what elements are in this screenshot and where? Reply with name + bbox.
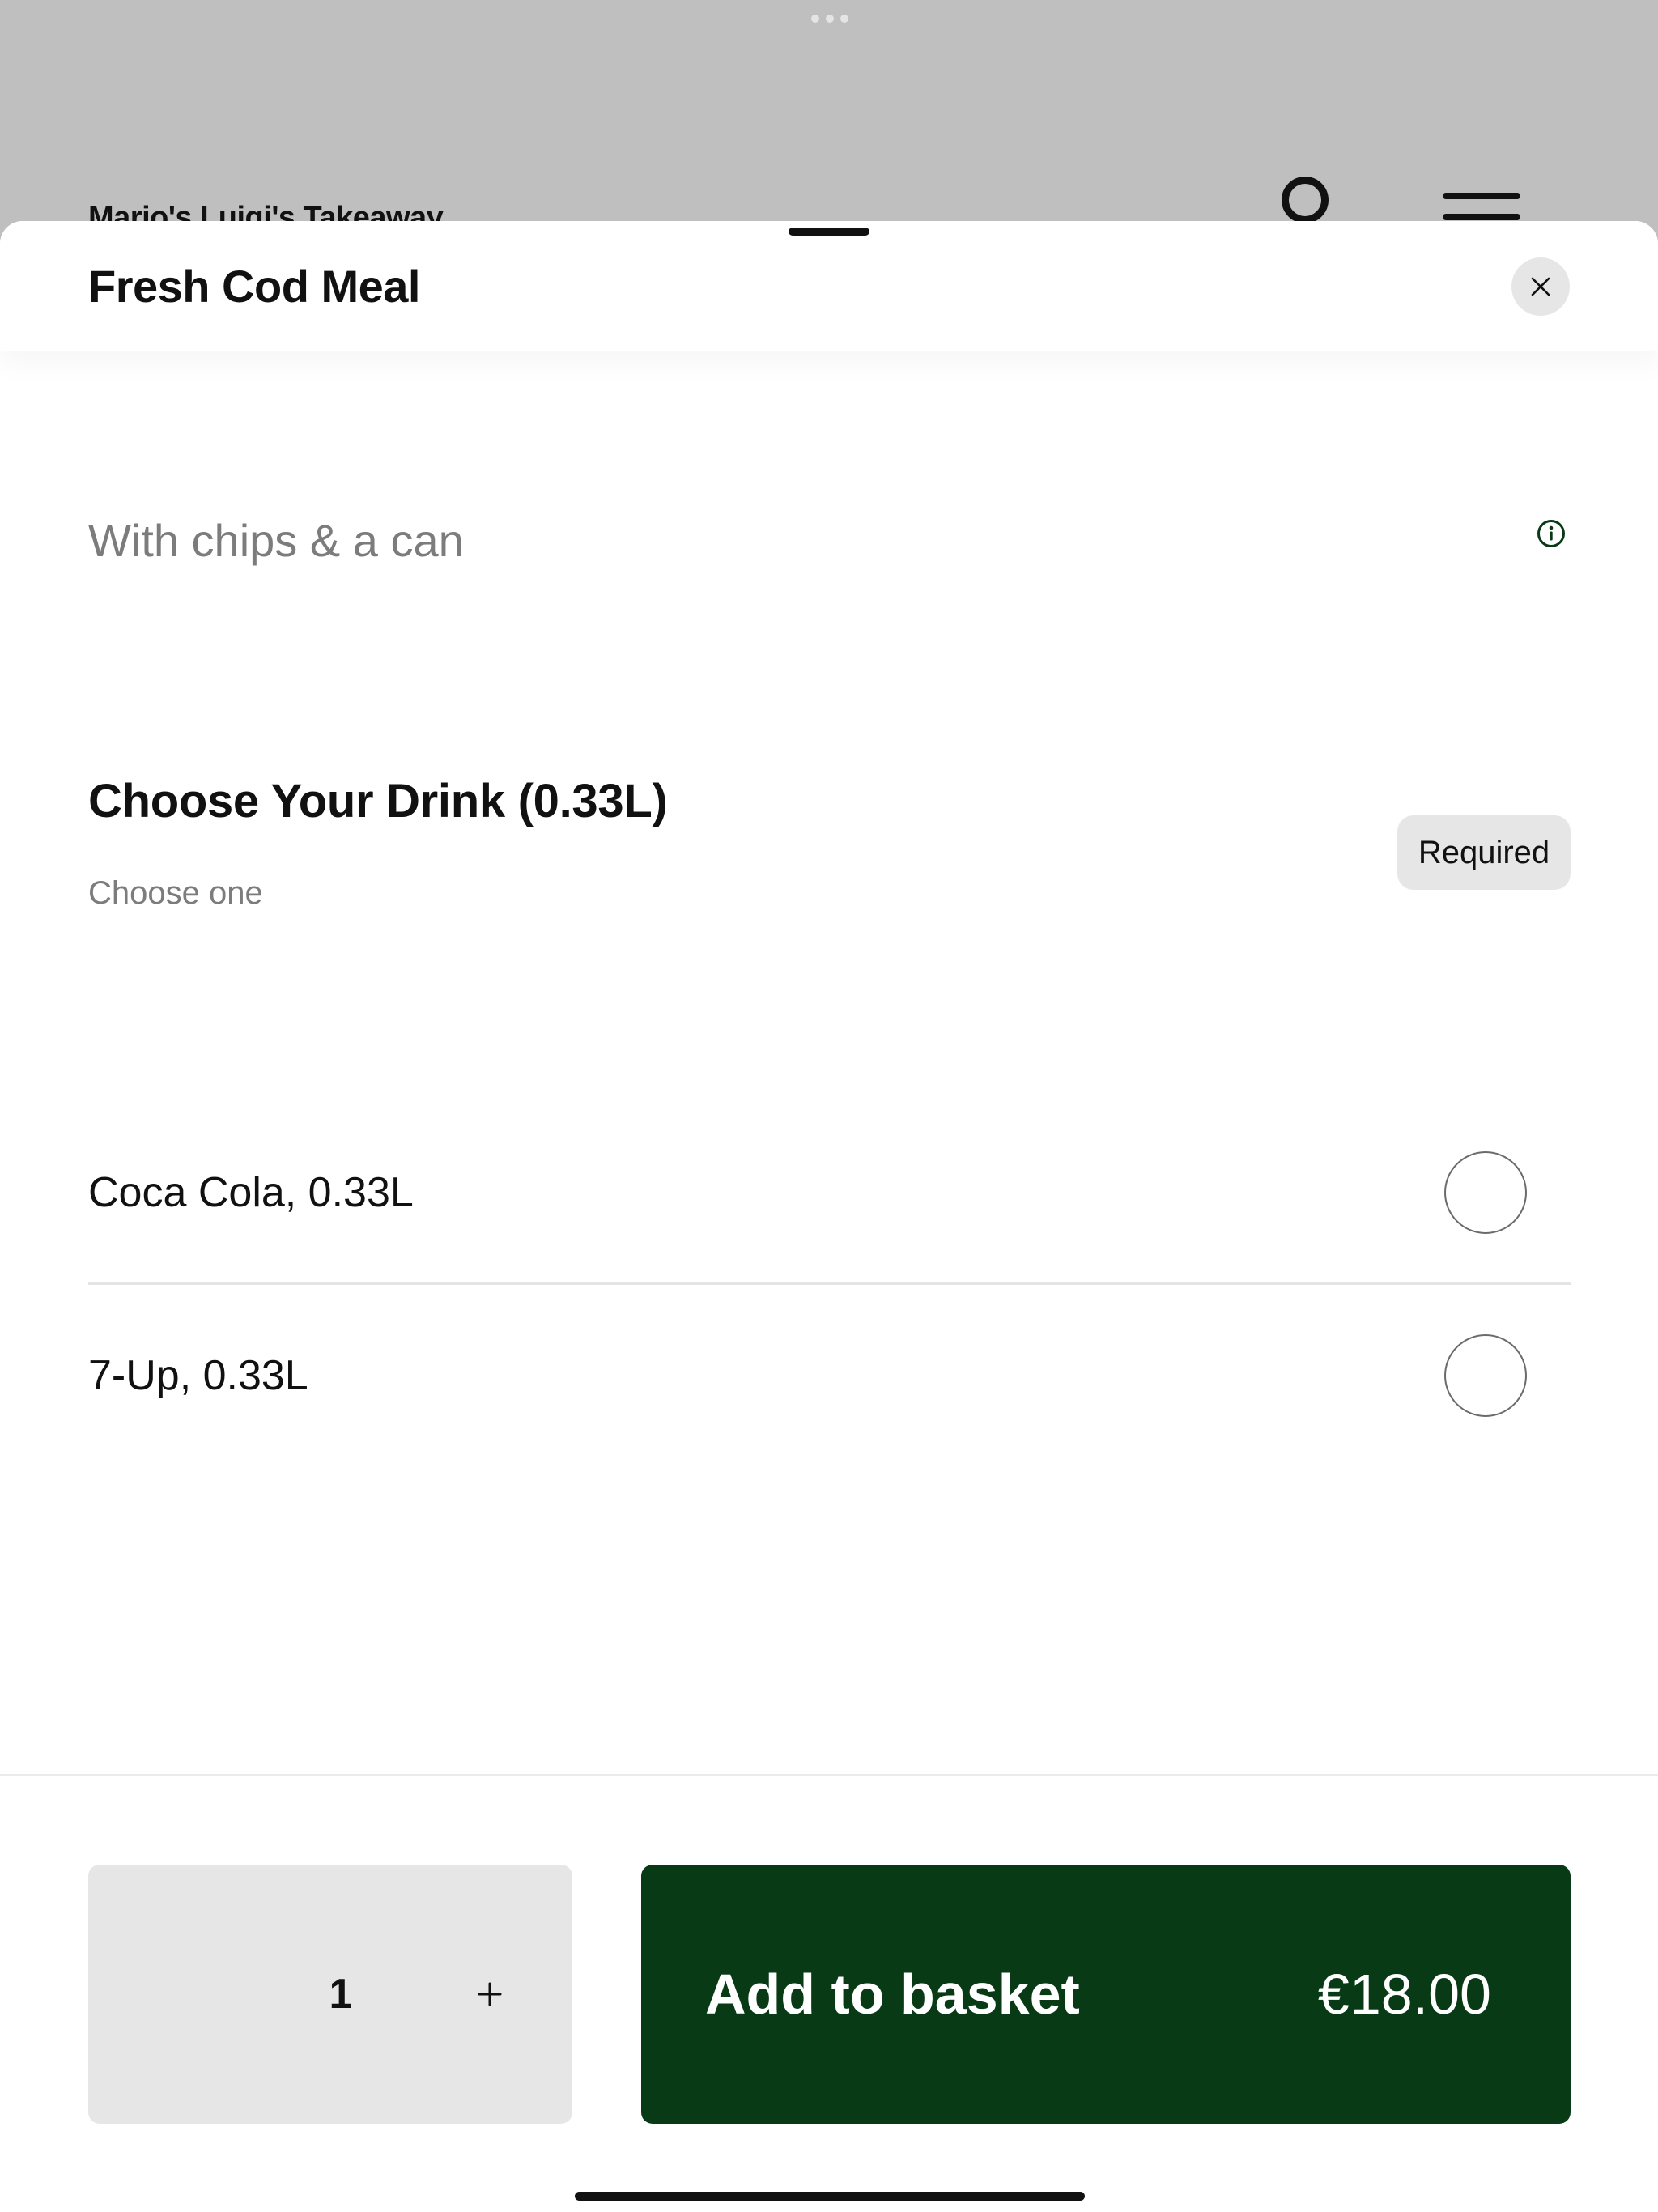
search-icon — [1282, 177, 1329, 223]
item-description: With chips & a can — [88, 515, 464, 566]
item-sheet: Fresh Cod Meal With chips & a can Choose… — [0, 221, 1658, 2212]
drink-section-title: Choose Your Drink (0.33L) — [88, 775, 668, 827]
radio-button[interactable] — [1444, 1151, 1527, 1234]
close-icon — [1531, 277, 1550, 296]
add-to-basket-button[interactable]: Add to basket €18.00 — [641, 1865, 1571, 2124]
drink-option-label: Coca Cola, 0.33L — [88, 1169, 414, 1216]
home-indicator[interactable] — [575, 2192, 1085, 2201]
price-label: €18.00 — [1317, 1963, 1491, 2026]
drink-option-7up[interactable]: 7-Up, 0.33L — [88, 1285, 1571, 1466]
item-title: Fresh Cod Meal — [88, 261, 420, 312]
quantity-value: 1 — [329, 1971, 353, 2018]
plus-icon — [478, 1982, 502, 2006]
increment-button[interactable] — [457, 1962, 522, 2027]
required-badge: Required — [1397, 815, 1571, 890]
info-icon[interactable] — [1537, 519, 1566, 548]
add-to-basket-label: Add to basket — [705, 1963, 1080, 2026]
multitasking-handle[interactable] — [811, 15, 848, 23]
drink-section-subtitle: Choose one — [88, 875, 263, 911]
drink-option-coca-cola[interactable]: Coca Cola, 0.33L — [88, 1104, 1571, 1285]
drink-option-label: 7-Up, 0.33L — [88, 1352, 308, 1399]
radio-button[interactable] — [1444, 1334, 1527, 1417]
sheet-header: Fresh Cod Meal — [0, 221, 1658, 351]
footer-divider — [0, 1774, 1658, 1776]
sheet-grabber[interactable] — [789, 228, 869, 236]
close-button[interactable] — [1511, 257, 1570, 316]
quantity-stepper: 1 — [88, 1865, 572, 2124]
